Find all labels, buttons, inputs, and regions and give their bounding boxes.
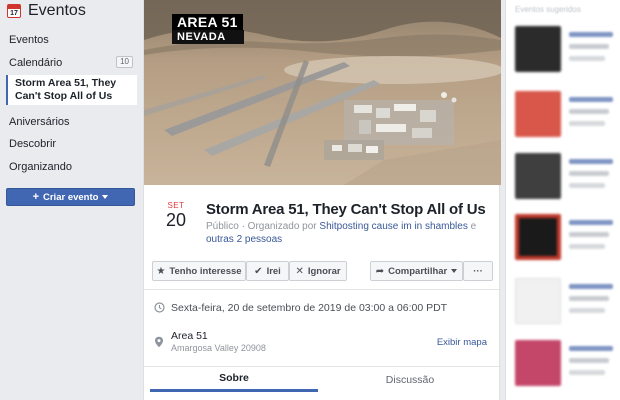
organizer-link[interactable]: Shitposting cause im in shambles [319, 221, 467, 232]
suggested-event-detail [569, 308, 605, 313]
suggested-event-detail [569, 232, 609, 237]
sidebar-item-eventos[interactable]: Eventos [0, 33, 140, 47]
suggested-event-thumbnail [515, 340, 561, 386]
create-event-label: Criar evento [43, 191, 99, 203]
event-cover-photo[interactable]: AREA 51 NEVADA [144, 0, 501, 185]
location-text: Area 51 Amargosa Valley 20908 [171, 330, 266, 353]
suggested-event-detail [569, 56, 605, 61]
location-pin-icon [154, 336, 166, 351]
x-icon: ✕ [295, 265, 304, 277]
sidebar-item-label: Descobrir [9, 138, 57, 150]
event-meta: Público · Organizado por Shitposting cau… [206, 220, 491, 246]
location-address: Amargosa Valley 20908 [171, 343, 266, 353]
event-location-row[interactable]: Area 51 Amargosa Valley 20908 [154, 330, 404, 358]
suggested-event-detail [569, 183, 605, 188]
suggested-event-thumbnail [515, 153, 561, 199]
interested-label: Tenho interesse [169, 265, 242, 277]
news-caption: AREA 51 NEVADA [172, 14, 244, 44]
suggested-event-detail [569, 44, 609, 49]
share-icon: ➦ [375, 265, 385, 277]
event-month: SET [167, 201, 185, 210]
other-organizers-link[interactable]: outras 2 pessoas [206, 234, 282, 245]
sidebar-item-calendario[interactable]: Calendário 10 [0, 56, 140, 70]
event-privacy: Público · Organizado por [206, 221, 320, 232]
suggested-event-detail [569, 109, 609, 114]
left-sidebar: 17 Eventos Eventos Calendário 10 Storm A… [0, 0, 140, 400]
suggested-event-thumbnail [515, 214, 561, 260]
location-name: Area 51 [171, 330, 208, 342]
suggested-event-thumbnail [515, 278, 561, 324]
sidebar-item-organizando[interactable]: Organizando [0, 160, 140, 174]
suggested-event[interactable] [515, 278, 615, 324]
suggested-event[interactable] [515, 214, 615, 260]
suggested-event-title [569, 220, 613, 225]
suggested-event-thumbnail [515, 26, 561, 72]
chevron-down-icon [451, 269, 458, 273]
more-options-label: ··· [473, 265, 483, 277]
sidebar-item-aniversarios[interactable]: Aniversários [0, 115, 140, 129]
event-day: 20 [165, 210, 187, 230]
suggested-event-title [569, 346, 613, 351]
section-divider [144, 289, 501, 290]
going-label: Irei [266, 265, 281, 277]
news-caption-line1: AREA 51 [172, 14, 243, 30]
plus-icon: + [32, 191, 39, 203]
event-card: AREA 51 NEVADA SET 20 Storm Area 51, The… [143, 0, 501, 400]
sidebar-item-current-event[interactable]: Storm Area 51, They Can't Stop All of Us [6, 75, 137, 105]
suggested-event[interactable] [515, 91, 615, 137]
suggested-event[interactable] [515, 26, 615, 72]
share-label: Compartilhar [388, 265, 448, 277]
event-meta-connector: e [467, 221, 477, 232]
going-button[interactable]: ✔ Irei [246, 261, 289, 281]
tab-sobre[interactable]: Sobre [150, 367, 318, 392]
sidebar-item-descobrir[interactable]: Descobrir [0, 137, 140, 151]
suggested-events-column: Eventos sugeridos [505, 0, 620, 400]
ignore-label: Ignorar [307, 265, 341, 277]
suggested-event-detail [569, 171, 609, 176]
show-map-link[interactable]: Exibir mapa [437, 337, 487, 348]
ignore-button[interactable]: ✕ Ignorar [289, 261, 347, 281]
sidebar-item-label: Calendário [9, 57, 63, 69]
suggested-event-title [569, 284, 613, 289]
suggested-event-detail [569, 296, 609, 301]
suggested-event[interactable] [515, 153, 615, 199]
more-options-button[interactable]: ··· [463, 261, 493, 281]
count-badge: 10 [116, 56, 133, 68]
suggested-event-title [569, 32, 613, 37]
tab-discussao[interactable]: Discussão [324, 367, 496, 392]
share-button[interactable]: ➦ Compartilhar [370, 261, 463, 281]
sidebar-title[interactable]: Eventos [28, 2, 86, 20]
event-tabs: Sobre Discussão [144, 366, 501, 400]
interested-button[interactable]: ★ Tenho interesse [152, 261, 246, 281]
sidebar-header[interactable]: 17 Eventos [0, 0, 140, 22]
suggested-event-title [569, 159, 613, 164]
clock-icon [154, 302, 166, 316]
sidebar-item-label: Storm Area 51, They Can't Stop All of Us [15, 77, 117, 102]
suggested-events-header: Eventos sugeridos [515, 5, 581, 14]
calendar-icon-day: 17 [10, 10, 18, 17]
event-datetime: Sexta-feira, 20 de setembro de 2019 de 0… [171, 302, 448, 314]
create-event-button[interactable]: + Criar evento [6, 188, 135, 206]
event-date-badge: SET 20 [162, 201, 190, 230]
sidebar-item-label: Eventos [9, 34, 49, 46]
news-caption-line2: NEVADA [172, 30, 244, 44]
star-icon: ★ [156, 265, 166, 277]
event-title: Storm Area 51, They Can't Stop All of Us [206, 201, 486, 218]
calendar-icon: 17 [7, 4, 21, 18]
suggested-event-detail [569, 370, 605, 375]
suggested-event-title [569, 97, 613, 102]
sidebar-item-label: Aniversários [9, 116, 70, 128]
suggested-event[interactable] [515, 340, 615, 386]
chevron-down-icon [102, 195, 109, 199]
suggested-event-detail [569, 244, 605, 249]
suggested-event-detail [569, 358, 609, 363]
sidebar-item-label: Organizando [9, 161, 72, 173]
suggested-event-thumbnail [515, 91, 561, 137]
suggested-event-detail [569, 121, 605, 126]
check-icon: ✔ [254, 265, 263, 277]
